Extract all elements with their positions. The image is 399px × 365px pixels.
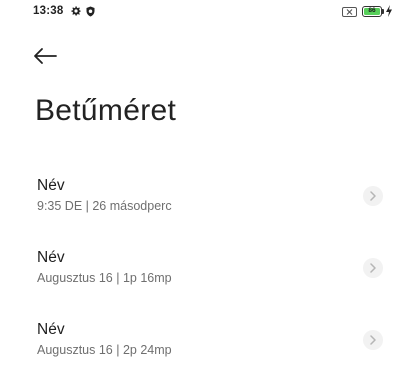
back-button[interactable] xyxy=(32,44,62,68)
item-title: Név xyxy=(37,321,65,338)
list-item[interactable]: Név Augusztus 16 | 1p 16mp xyxy=(0,249,399,311)
chevron-right-icon[interactable] xyxy=(363,258,383,278)
settings-gear-icon xyxy=(71,6,81,16)
screen: 13:38 86 Betűméret Név 9:35 DE | 26 máso… xyxy=(0,0,399,365)
item-title: Név xyxy=(37,177,65,194)
battery-icon: 86 xyxy=(362,6,382,17)
battery-tip xyxy=(382,9,384,14)
arrow-left-icon xyxy=(34,48,57,64)
page-title: Betűméret xyxy=(35,94,177,127)
item-subtitle: 9:35 DE | 26 másodperc xyxy=(37,199,172,213)
chevron-right-icon[interactable] xyxy=(363,330,383,350)
charging-bolt-icon xyxy=(386,5,392,17)
list-item[interactable]: Név 9:35 DE | 26 másodperc xyxy=(0,177,399,239)
status-bar: 13:38 86 xyxy=(0,0,399,26)
item-title: Név xyxy=(37,249,65,266)
sim-off-icon xyxy=(342,7,357,17)
shield-icon xyxy=(86,6,95,17)
status-time: 13:38 xyxy=(33,5,64,17)
chevron-right-icon[interactable] xyxy=(363,186,383,206)
list-item[interactable]: Név Augusztus 16 | 2p 24mp xyxy=(0,321,399,365)
item-subtitle: Augusztus 16 | 1p 16mp xyxy=(37,271,172,285)
item-subtitle: Augusztus 16 | 2p 24mp xyxy=(37,343,172,357)
battery-level: 86 xyxy=(364,8,380,15)
